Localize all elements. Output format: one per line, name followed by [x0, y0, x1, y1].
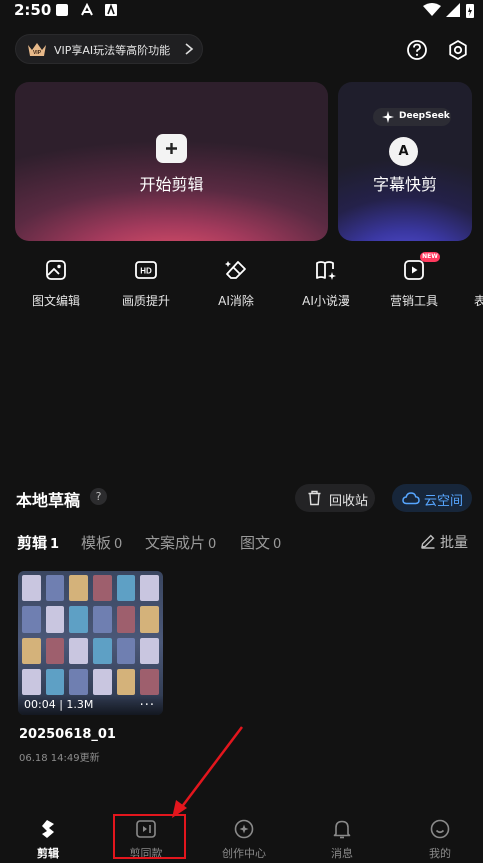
- annotation-arrow: [172, 726, 243, 818]
- annotation-highlight-box: [113, 814, 186, 859]
